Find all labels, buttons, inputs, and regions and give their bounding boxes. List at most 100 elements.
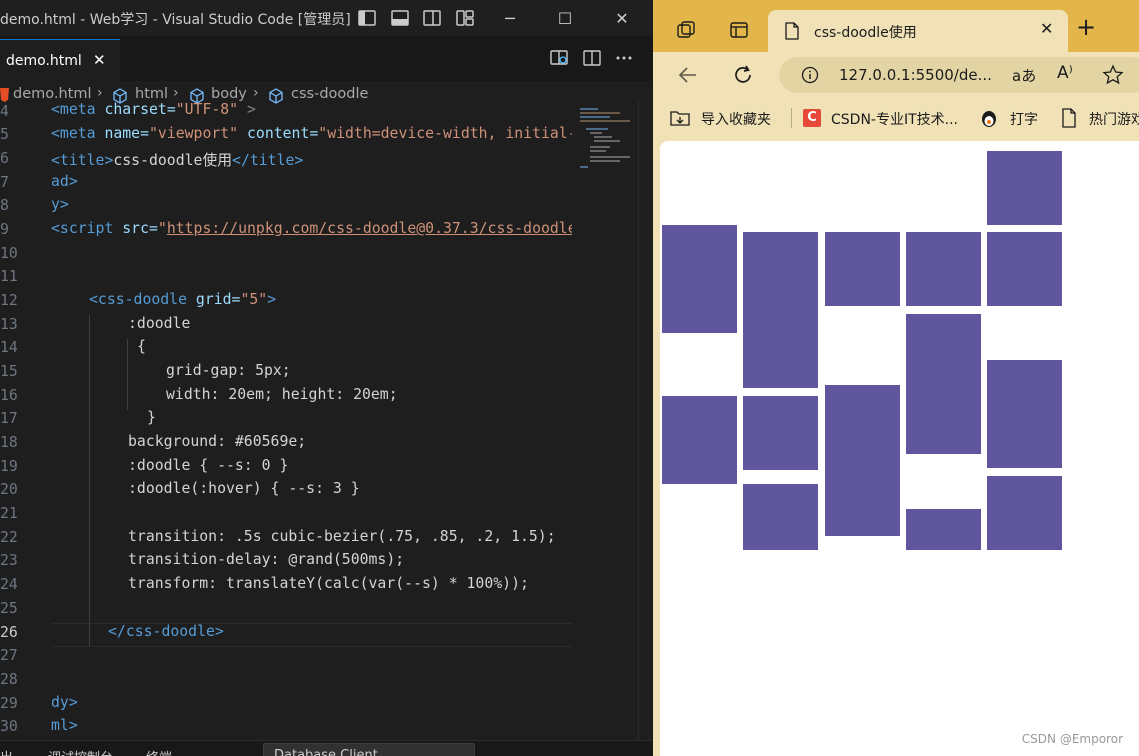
code-token-attr: grid= — [187, 291, 241, 308]
line-number: 29 — [0, 695, 18, 712]
line-number: 17 — [0, 410, 18, 427]
browser-tab-close-icon[interactable]: ✕ — [1040, 19, 1053, 38]
code-token-string: "viewport" — [149, 125, 239, 142]
line-number: 21 — [0, 505, 18, 522]
doodle-cell — [987, 360, 1062, 468]
vscode-title-bar: demo.html - Web学习 - Visual Studio Code [… — [0, 0, 653, 36]
minimize-button[interactable]: ─ — [487, 0, 533, 36]
customize-layout-icon[interactable] — [455, 8, 475, 28]
tab-label: demo.html — [6, 53, 82, 69]
csdn-logo-icon: C — [803, 109, 821, 127]
back-arrow-icon[interactable] — [677, 64, 699, 86]
code-token-string: "5" — [240, 291, 268, 308]
tab-close-icon[interactable]: ✕ — [93, 51, 106, 69]
line-number: 11 — [0, 268, 18, 285]
line-number: 4 — [0, 103, 9, 120]
window-title: demo.html - Web学习 - Visual Studio Code [… — [0, 12, 351, 28]
doodle-cell — [662, 225, 737, 333]
code-line: ml> — [51, 717, 78, 734]
translate-icon[interactable]: aあ — [1012, 65, 1036, 86]
line-number: 10 — [0, 245, 18, 262]
line-number-current: 26 — [0, 624, 18, 641]
split-editor-icon[interactable] — [582, 48, 602, 68]
line-number: 30 — [0, 718, 18, 735]
address-bar[interactable]: 127.0.0.1:5500/de... aあ A⁾ — [779, 57, 1139, 93]
select-value: Database Client — [274, 748, 378, 756]
code-token-tag: > — [267, 291, 277, 308]
code-line: :doodle — [128, 315, 191, 332]
code-token-attr: charset= — [95, 101, 176, 118]
code-token-punc: > — [238, 101, 256, 118]
doodle-cell — [987, 232, 1062, 306]
refresh-icon[interactable] — [732, 64, 754, 86]
line-number: 22 — [0, 529, 18, 546]
site-info-icon[interactable] — [801, 66, 819, 84]
code-line: :doodle { --s: 0 } — [128, 457, 289, 474]
code-editor[interactable]: 4 5 6 7 8 9 10 11 12 13 14 15 16 17 18 1… — [0, 100, 653, 740]
tab-terminal[interactable]: 终端 — [146, 747, 172, 756]
code-line: <title>css-doodle使用</title> — [51, 149, 572, 170]
tab-debug-console[interactable]: 调试控制台 — [48, 747, 113, 756]
code-line: <script src="https://unpkg.com/css-doodl… — [51, 220, 572, 237]
code-line: transition: .5s cubic-bezier(.75, .85, .… — [128, 528, 556, 545]
open-preview-icon[interactable] — [549, 48, 569, 68]
page-icon — [1062, 108, 1076, 128]
page-viewport: CSDN @Emporor — [660, 141, 1139, 756]
favorite-star-icon[interactable] — [1102, 64, 1124, 86]
csdn-watermark: CSDN @Emporor — [1021, 732, 1123, 746]
editor-tab-bar: demo.html ✕ — [0, 36, 653, 81]
line-number: 9 — [0, 221, 9, 238]
browser-tab-strip: css-doodle使用 ✕ + — [653, 0, 1139, 52]
doodle-cell — [987, 476, 1062, 550]
code-token-tag: <script — [51, 220, 114, 237]
browser-toolbar: 127.0.0.1:5500/de... aあ A⁾ — [653, 52, 1139, 98]
minimap[interactable] — [572, 100, 638, 740]
browser-window: css-doodle使用 ✕ + 127.0.0.1:5500/de... aあ… — [653, 0, 1139, 756]
favorite-games[interactable]: 热门游戏 — [1089, 109, 1139, 129]
favorite-csdn[interactable]: CSDN-专业IT技术... — [831, 109, 958, 129]
tab-demo-html[interactable]: demo.html ✕ — [0, 39, 120, 81]
import-favorites-icon — [670, 111, 690, 126]
line-number: 19 — [0, 458, 18, 475]
more-actions-icon[interactable] — [614, 48, 634, 68]
minimap-preview — [580, 108, 630, 168]
tab-actions-icon[interactable] — [728, 19, 750, 41]
workspaces-icon[interactable] — [675, 19, 697, 41]
toggle-secondary-sidebar-icon[interactable] — [422, 8, 442, 28]
read-aloud-icon[interactable]: A⁾ — [1057, 63, 1073, 83]
line-number: 23 — [0, 552, 18, 569]
bottom-panel: 出 调试控制台 终端 Database Client — [0, 740, 653, 756]
close-window-button[interactable]: ✕ — [599, 0, 645, 36]
output-channel-select[interactable]: Database Client — [263, 743, 475, 756]
code-token-url[interactable]: https://unpkg.com/css-doodle@0.37.3/css-… — [167, 220, 572, 237]
code-line: width: 20em; height: 20em; — [166, 386, 398, 403]
line-number: 28 — [0, 671, 18, 688]
browser-tab-title: css-doodle使用 — [814, 25, 917, 41]
maximize-button[interactable]: ☐ — [542, 0, 588, 36]
line-number: 15 — [0, 363, 18, 380]
tab-output[interactable]: 出 — [0, 747, 13, 756]
code-token-text: css-doodle使用 — [113, 152, 233, 169]
code-line: <css-doodle grid="5"> — [51, 291, 572, 308]
line-number: 27 — [0, 647, 18, 664]
code-token-string: "width=device-width, initial-scale=1.0" — [318, 125, 572, 142]
favorite-typing[interactable]: 打字 — [1010, 109, 1038, 129]
code-line: ad> — [51, 173, 78, 190]
code-line: transform: translateY(calc(var(--s) * 10… — [128, 575, 529, 592]
code-line: :doodle(:hover) { --s: 3 } — [128, 480, 360, 497]
browser-tab[interactable]: css-doodle使用 ✕ — [768, 10, 1068, 52]
url-text: 127.0.0.1:5500/de... — [839, 66, 992, 84]
code-token-tag: <meta — [51, 101, 96, 118]
code-line: dy> — [51, 694, 78, 711]
line-number: 12 — [0, 292, 18, 309]
editor-scrollbar[interactable] — [638, 100, 653, 740]
doodle-cell — [825, 385, 900, 536]
doodle-cell — [743, 396, 818, 470]
new-tab-button[interactable]: + — [1076, 13, 1096, 41]
favorite-import[interactable]: 导入收藏夹 — [701, 109, 771, 129]
code-token-attr: src= — [113, 220, 158, 237]
code-line: transition-delay: @rand(500ms); — [128, 551, 405, 568]
toggle-primary-sidebar-icon[interactable] — [357, 8, 377, 28]
doodle-cell — [906, 232, 981, 306]
toggle-panel-icon[interactable] — [390, 8, 410, 28]
